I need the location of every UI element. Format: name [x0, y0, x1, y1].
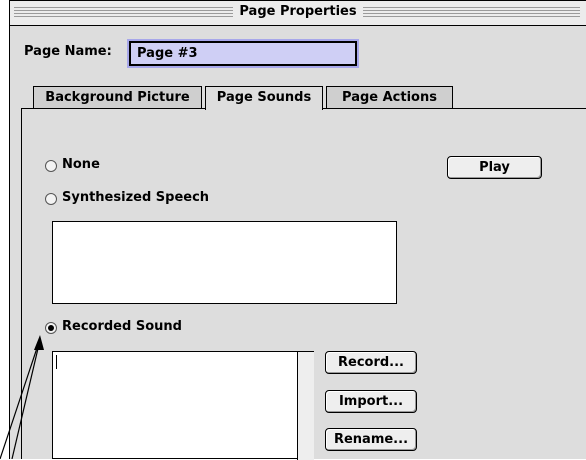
tab-label: Page Sounds	[216, 90, 312, 105]
tab-page-sounds[interactable]: Page Sounds	[205, 86, 323, 110]
callout-arrow	[0, 335, 44, 459]
